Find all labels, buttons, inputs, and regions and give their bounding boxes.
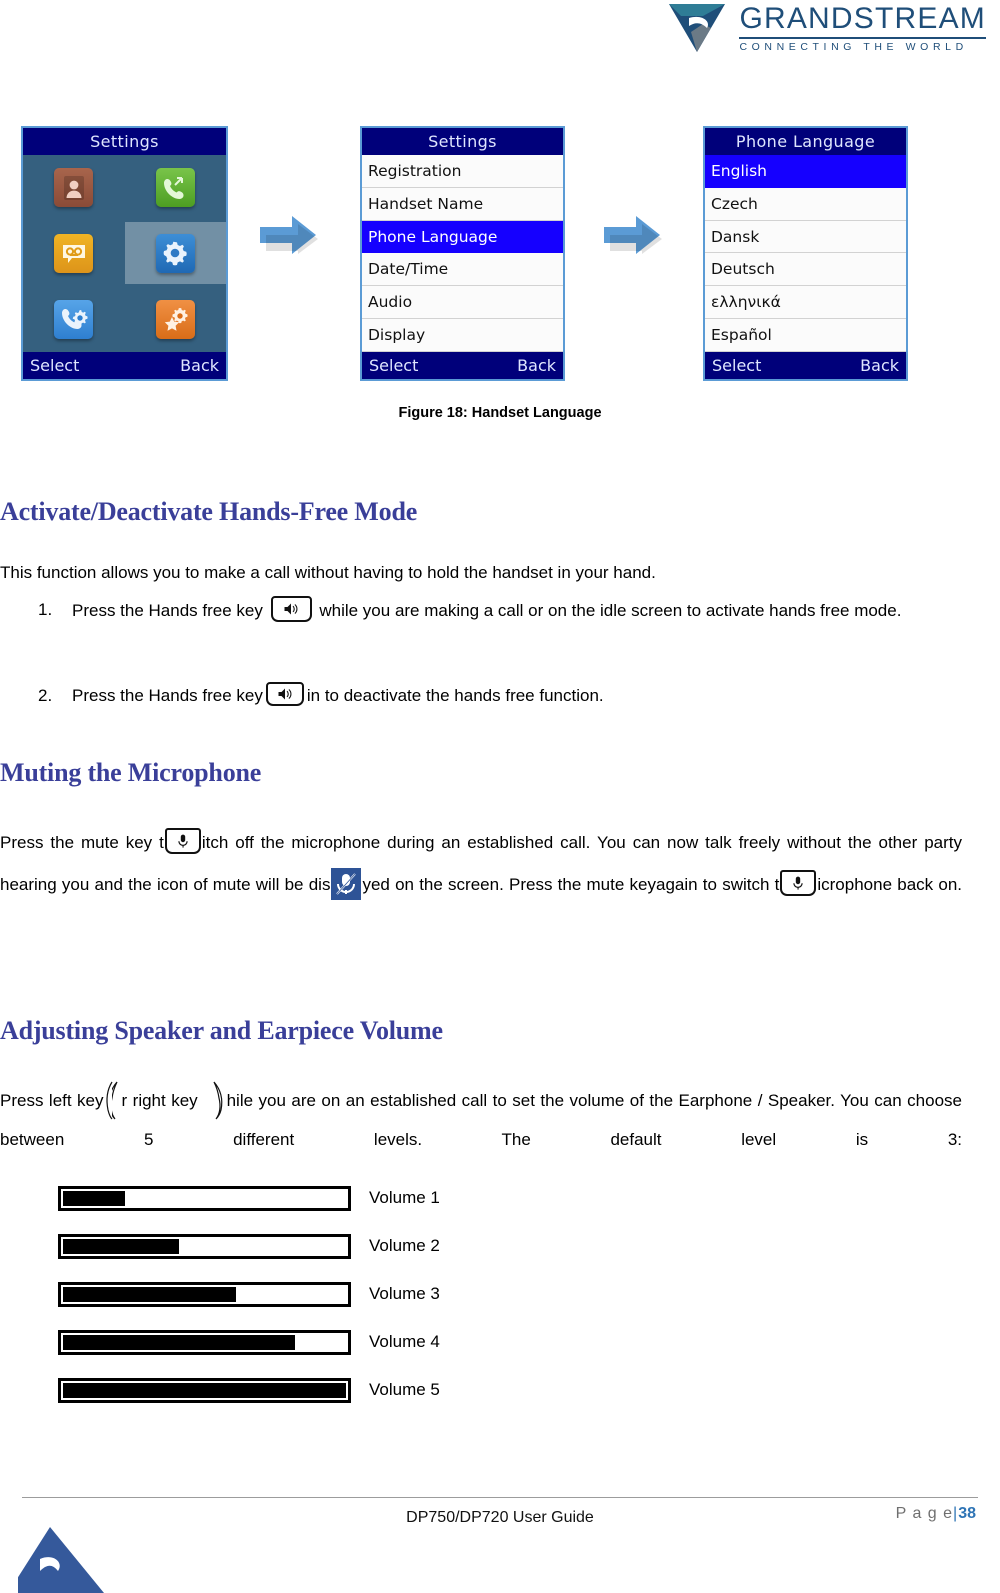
hands-free-key-icon[interactable]	[265, 682, 304, 707]
handset-screens-figure: Settings Select Back Settings Registrati…	[0, 126, 1000, 386]
flow-arrow-1-icon	[256, 210, 320, 260]
list-item[interactable]: Handset Name	[362, 187, 563, 221]
screen2-softkey-back[interactable]: Back	[517, 352, 556, 379]
hands-free-intro: This function allows you to make a call …	[0, 563, 656, 582]
voicemail-icon[interactable]	[54, 233, 94, 273]
figure-caption: Figure 18: Handset Language	[398, 405, 602, 421]
brand-name: GRANDSTREAM	[739, 1, 986, 35]
screen3-softkey-back[interactable]: Back	[860, 352, 899, 379]
list-item[interactable]: English	[705, 155, 906, 188]
volume-bar-fill	[63, 1238, 180, 1254]
screen2-title: Settings	[362, 128, 563, 155]
footer-document-title: DP750/DP720 User Guide	[406, 1509, 594, 1526]
screen1-softkey-back[interactable]: Back	[180, 352, 219, 379]
volume-bar	[58, 1185, 351, 1211]
mute-text-d: icrophone back on.	[817, 874, 962, 894]
list-item[interactable]: Phone Language	[362, 220, 563, 254]
mute-status-icon	[331, 867, 362, 900]
volume-bar	[58, 1281, 351, 1307]
left-arrow-key-icon[interactable]	[104, 1080, 122, 1120]
hands-free-key-icon[interactable]	[270, 596, 312, 622]
volume-text-b: r right key	[121, 1091, 198, 1110]
list-item[interactable]: Czech	[705, 187, 906, 221]
grandstream-mark-icon	[667, 2, 729, 54]
volume-bar	[58, 1329, 351, 1355]
page-word: P a g e	[895, 1505, 954, 1522]
screen1-title: Settings	[23, 128, 226, 155]
mute-text-a: Press the mute key t	[0, 833, 164, 852]
footer-divider	[22, 1497, 978, 1498]
screen3-list: English Czech Dansk Deutsch ελληνικά Esp…	[705, 155, 906, 352]
volume-label: Volume 1	[369, 1188, 440, 1207]
footer-corner-logo-icon	[18, 1523, 130, 1593]
brand-tagline: CONNECTING THE WORLD	[739, 40, 968, 53]
mute-key-icon[interactable]	[780, 869, 817, 896]
page-number: 38	[958, 1505, 976, 1522]
flow-arrow-2-icon	[600, 210, 664, 260]
volume-level-row: Volume 3	[58, 1270, 518, 1318]
screen3-title: Phone Language	[705, 128, 906, 155]
volume-level-row: Volume 5	[58, 1366, 518, 1414]
footer-page-indicator: P a g e|38	[896, 1505, 976, 1523]
call-settings-icon[interactable]	[54, 299, 94, 339]
volume-bar-fill	[63, 1190, 126, 1206]
list-item[interactable]: ελληνικά	[705, 286, 906, 320]
right-arrow-key-icon[interactable]	[209, 1080, 227, 1120]
grandstream-logo: GRANDSTREAM CONNECTING THE WORLD	[667, 2, 986, 54]
volume-text-a: Press left key	[0, 1091, 104, 1110]
volume-label: Volume 5	[369, 1380, 440, 1399]
brand-rule	[739, 36, 986, 39]
volume-level-row: Volume 1	[58, 1174, 518, 1222]
section-heading-volume: Adjusting Speaker and Earpiece Volume	[0, 1016, 443, 1045]
call-history-icon[interactable]	[155, 168, 195, 208]
shortcut-settings-icon[interactable]	[155, 299, 195, 339]
volume-bar	[58, 1233, 351, 1259]
volume-level-row: Volume 4	[58, 1318, 518, 1366]
screen1-body	[23, 155, 226, 352]
volume-levels-list: Volume 1 Volume 2 Volume 3 Volume 4 Volu…	[58, 1174, 518, 1414]
list-item[interactable]: Audio	[362, 286, 563, 320]
hands-free-step-1: 1. Press the Hands free key while you ar…	[38, 596, 1000, 652]
grandstream-wordmark: GRANDSTREAM CONNECTING THE WORLD	[739, 1, 986, 53]
volume-bar	[58, 1377, 351, 1403]
screen1-softkeys: Select Back	[23, 352, 226, 379]
volume-label: Volume 3	[369, 1284, 440, 1303]
step-number: 1.	[38, 600, 53, 619]
list-item[interactable]: Dansk	[705, 220, 906, 254]
volume-bar-fill	[63, 1382, 346, 1398]
section-heading-mute: Muting the Microphone	[0, 758, 262, 787]
screen2-softkey-select[interactable]: Select	[369, 352, 418, 379]
screen3-softkey-select[interactable]: Select	[712, 352, 761, 379]
mute-text-c: yed on the screen. Press the mute keyaga…	[362, 874, 780, 894]
screen3-softkeys: Select Back	[705, 352, 906, 379]
handset-screen-phone-language: Phone Language English Czech Dansk Deuts…	[703, 126, 908, 381]
volume-bar-fill	[63, 1334, 296, 1350]
section-heading-hands-free: Activate/Deactivate Hands-Free Mode	[0, 497, 418, 526]
volume-bar-fill	[63, 1286, 236, 1302]
list-item[interactable]: Display	[362, 319, 563, 352]
screen1-softkey-select[interactable]: Select	[30, 352, 79, 379]
volume-label: Volume 4	[369, 1332, 440, 1351]
step2-text-b: in to deactivate the hands free function…	[306, 686, 604, 706]
hands-free-step-2: 2. Press the Hands free key in to deacti…	[38, 682, 1000, 710]
step1-text-a: Press the Hands free key	[72, 601, 263, 620]
volume-label: Volume 2	[369, 1236, 440, 1255]
screen2-softkeys: Select Back	[362, 352, 563, 379]
contacts-icon[interactable]	[54, 168, 94, 208]
list-item[interactable]: Español	[705, 319, 906, 352]
list-item[interactable]: Deutsch	[705, 253, 906, 287]
step2-text-a: Press the Hands free key	[72, 686, 263, 706]
screen2-list: Registration Handset Name Phone Language…	[362, 155, 563, 352]
handset-screen-settings-list: Settings Registration Handset Name Phone…	[360, 126, 565, 381]
handset-screen-settings-grid: Settings Select Back	[21, 126, 228, 381]
volume-level-row: Volume 2	[58, 1222, 518, 1270]
list-item[interactable]: Registration	[362, 155, 563, 188]
settings-gear-icon[interactable]	[155, 233, 195, 273]
mute-key-icon[interactable]	[164, 828, 201, 854]
step-number: 2.	[38, 686, 53, 706]
list-item[interactable]: Date/Time	[362, 253, 563, 287]
step1-text-b: while you are making a call or on the id…	[319, 601, 902, 620]
page-header: GRANDSTREAM CONNECTING THE WORLD	[0, 0, 1000, 60]
